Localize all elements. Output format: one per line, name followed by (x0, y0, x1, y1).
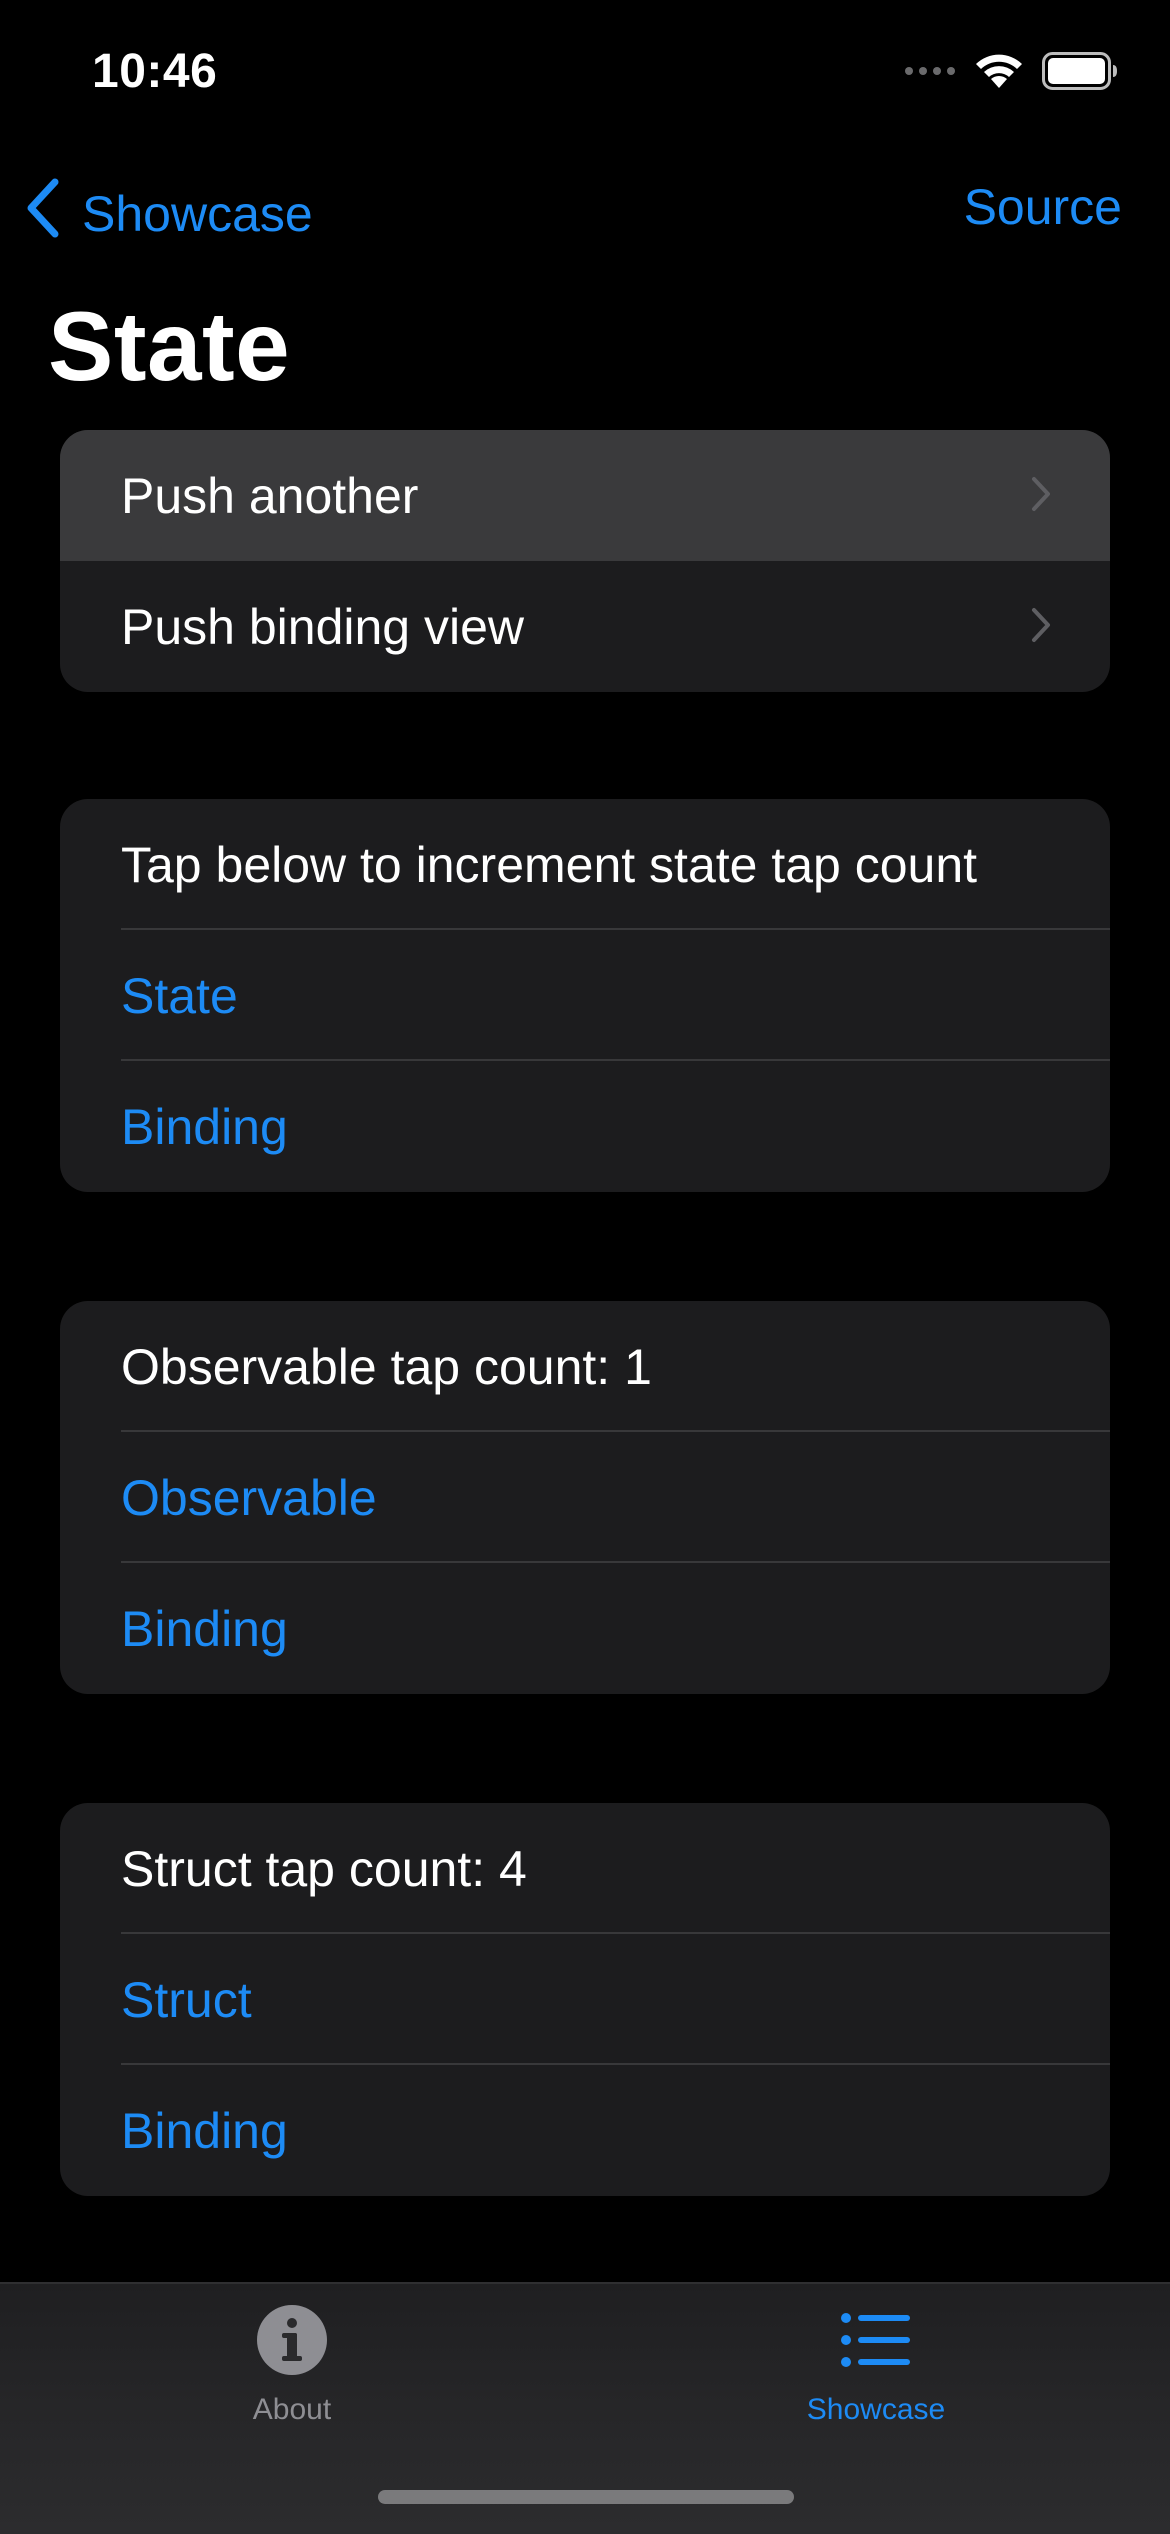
struct-button[interactable]: Struct (60, 1934, 1110, 2065)
back-button-label: Showcase (82, 186, 313, 242)
tab-about[interactable]: About (142, 2304, 442, 2427)
chevron-right-icon (1030, 598, 1052, 656)
row-label: Binding (121, 1600, 288, 1657)
battery-icon (1042, 52, 1118, 95)
struct-group: Struct tap count: 4 Struct Binding (60, 1803, 1110, 2196)
row-label: Binding (121, 1098, 288, 1155)
row-label: Binding (121, 2102, 288, 2159)
state-group: Tap below to increment state tap count S… (60, 799, 1110, 1192)
push-binding-view-row[interactable]: Push binding view (60, 561, 1110, 692)
state-binding-button[interactable]: Binding (60, 1061, 1110, 1192)
tab-showcase-label: Showcase (806, 2393, 946, 2426)
chevron-left-icon (24, 178, 62, 250)
row-label: Push binding view (121, 598, 525, 655)
wifi-icon (974, 52, 1024, 95)
row-label: State (121, 967, 238, 1024)
tab-about-label: About (252, 2393, 332, 2426)
navigation-bar: Showcase Source (0, 160, 1170, 260)
push-another-row[interactable]: Push another (60, 430, 1110, 561)
info-icon (256, 2304, 328, 2381)
row-label: Tap below to increment state tap count (121, 836, 978, 893)
navigation-links-group: Push another Push binding view (60, 430, 1110, 692)
status-icons (904, 52, 1118, 95)
row-label: Struct tap count: 4 (121, 1840, 527, 1897)
state-tap-count-text: Tap below to increment state tap count (60, 799, 1110, 930)
cellular-signal-icon (904, 64, 956, 83)
row-label: Observable (121, 1469, 377, 1526)
observable-group: Observable tap count: 1 Observable Bindi… (60, 1301, 1110, 1694)
struct-binding-button[interactable]: Binding (60, 2065, 1110, 2196)
status-bar: 10:46 (0, 0, 1170, 150)
row-label: Push another (121, 467, 419, 524)
page-title: State (48, 291, 291, 401)
back-button[interactable]: Showcase (24, 178, 313, 250)
chevron-right-icon (1030, 467, 1052, 525)
state-button[interactable]: State (60, 930, 1110, 1061)
tab-showcase[interactable]: Showcase (726, 2304, 1026, 2427)
row-label: Struct (121, 1971, 252, 2028)
observable-button[interactable]: Observable (60, 1432, 1110, 1563)
list-icon (840, 2304, 912, 2381)
observable-binding-button[interactable]: Binding (60, 1563, 1110, 1694)
struct-tap-count-text: Struct tap count: 4 (60, 1803, 1110, 1934)
status-time: 10:46 (92, 45, 218, 98)
observable-tap-count-text: Observable tap count: 1 (60, 1301, 1110, 1432)
source-button[interactable]: Source (964, 178, 1122, 236)
home-indicator (378, 2490, 794, 2504)
row-label: Observable tap count: 1 (121, 1338, 652, 1395)
